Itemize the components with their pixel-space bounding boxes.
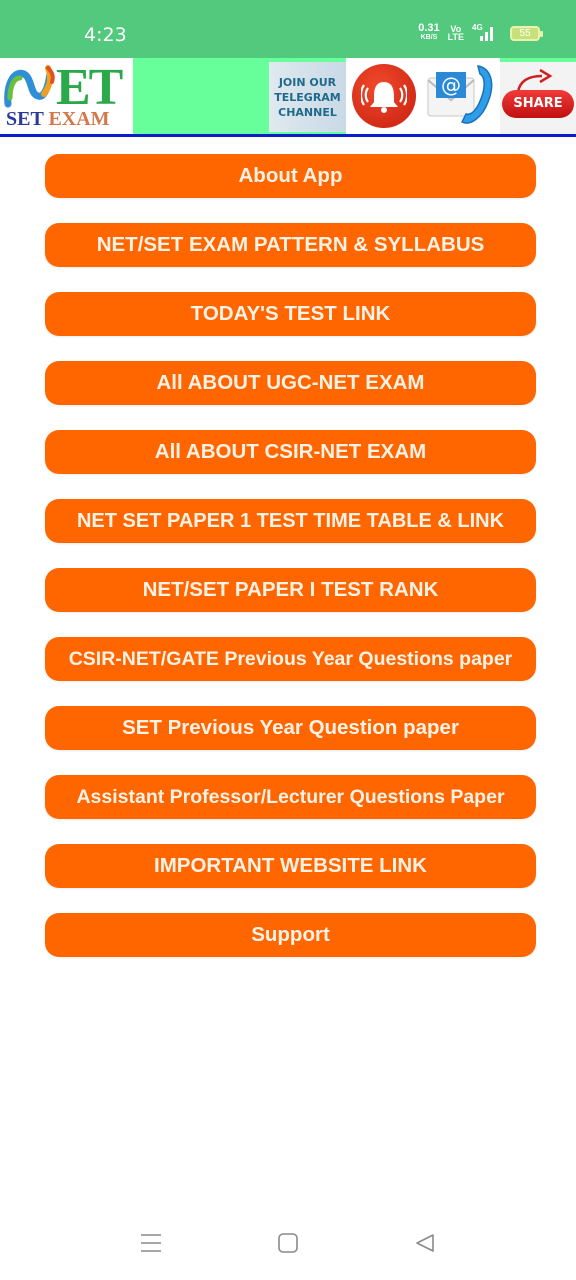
share-container: SHARE — [500, 62, 576, 134]
signal-bar — [485, 32, 488, 41]
logo-subtitle: SET EXAM — [6, 108, 110, 131]
net-speed-value: 0.31 — [418, 22, 440, 34]
app-header: ET SET EXAM JOIN OUR TELEGRAM CHANNEL @ — [0, 58, 576, 134]
csir-net-exam-button[interactable]: All ABOUT CSIR-NET EXAM — [45, 430, 536, 474]
system-nav-bar — [0, 1210, 576, 1280]
back-button[interactable] — [405, 1228, 445, 1258]
header-icons: @ — [346, 58, 500, 134]
telegram-line: TELEGRAM — [274, 90, 341, 104]
header-divider — [0, 134, 576, 137]
bell-icon — [361, 82, 407, 113]
back-triangle-icon — [416, 1234, 434, 1252]
net-swirl-logo-icon — [4, 65, 55, 108]
important-website-link-button[interactable]: IMPORTANT WEBSITE LINK — [45, 844, 536, 888]
notification-button[interactable] — [352, 64, 416, 128]
todays-test-link-button[interactable]: TODAY'S TEST LINK — [45, 292, 536, 336]
status-bar: 4:23 0.31 KB/S Vo LTE 4G 55 — [0, 0, 576, 58]
home-button[interactable] — [268, 1228, 308, 1258]
main-menu: About App NET/SET EXAM PATTERN & SYLLABU… — [45, 154, 536, 982]
set-previous-papers-button[interactable]: SET Previous Year Question paper — [45, 706, 536, 750]
network-type: 4G — [472, 23, 483, 32]
about-app-button[interactable]: About App — [45, 154, 536, 198]
exam-pattern-syllabus-button[interactable]: NET/SET EXAM PATTERN & SYLLABUS — [45, 223, 536, 267]
recents-button[interactable] — [131, 1228, 171, 1258]
status-indicators: 0.31 KB/S Vo LTE 4G 55 — [418, 22, 543, 42]
csir-gate-previous-papers-button[interactable]: CSIR-NET/GATE Previous Year Questions pa… — [45, 637, 536, 681]
signal-icon: 4G — [472, 23, 496, 41]
volte-icon: Vo LTE — [447, 25, 464, 42]
telegram-line: CHANNEL — [278, 105, 337, 119]
volte-bottom: LTE — [447, 32, 464, 42]
paper1-test-rank-button[interactable]: NET/SET PAPER I TEST RANK — [45, 568, 536, 612]
battery-icon: 55 — [510, 25, 543, 41]
logo-sub-exam: EXAM — [48, 108, 110, 130]
app-logo: ET SET EXAM — [0, 58, 133, 134]
home-square-icon — [278, 1233, 298, 1253]
net-speed: 0.31 KB/S — [418, 22, 440, 42]
battery-level: 55 — [519, 27, 531, 39]
join-telegram-button[interactable]: JOIN OUR TELEGRAM CHANNEL — [269, 62, 346, 132]
assistant-professor-papers-button[interactable]: Assistant Professor/Lecturer Questions P… — [45, 775, 536, 819]
signal-bar — [490, 27, 493, 41]
ugc-net-exam-button[interactable]: All ABOUT UGC-NET EXAM — [45, 361, 536, 405]
paper1-timetable-button[interactable]: NET SET PAPER 1 TEST TIME TABLE & LINK — [45, 499, 536, 543]
menu-icon — [141, 1234, 161, 1252]
signal-bar — [480, 36, 483, 41]
svg-text:@: @ — [441, 73, 461, 97]
support-button[interactable]: Support — [45, 913, 536, 957]
share-button[interactable]: SHARE — [502, 90, 574, 118]
logo-sub-set: SET — [6, 108, 44, 130]
telegram-line: JOIN OUR — [278, 75, 337, 89]
net-speed-unit: KB/S — [420, 34, 438, 41]
email-phone-icon[interactable]: @ — [426, 62, 496, 130]
status-time: 4:23 — [84, 24, 127, 46]
